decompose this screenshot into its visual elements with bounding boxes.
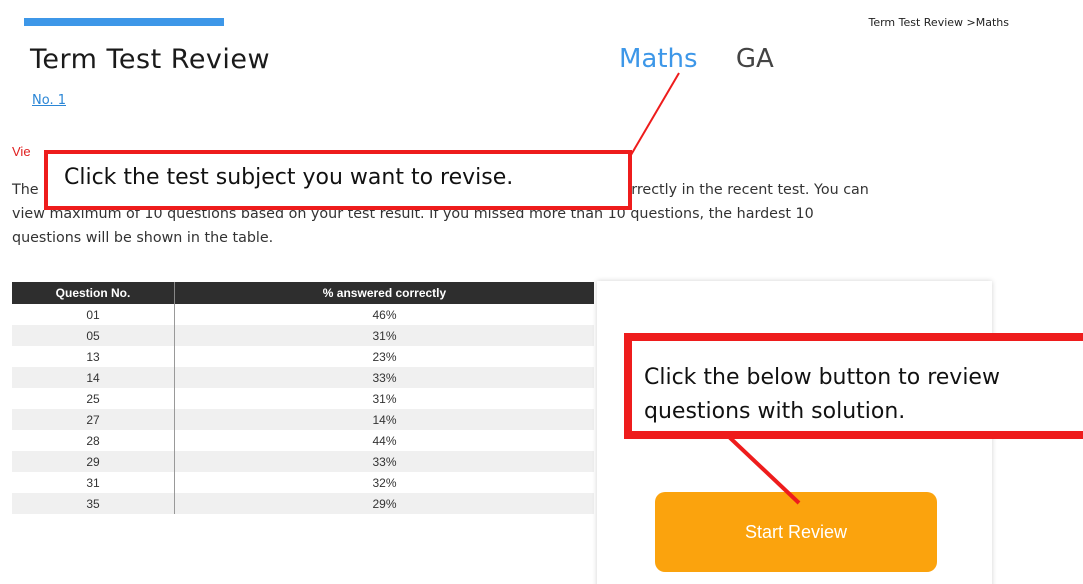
callout-pointer-lines [627,72,801,505]
callout-review-line1: Click the below button to review [644,365,1000,390]
page: Term Test Review >Maths Term Test Review… [0,0,1083,584]
review-callout-pointer [725,433,801,505]
subject-callout-pointer [627,72,680,161]
callout-review-line2: questions with solution. [644,399,906,424]
callout-subject-text: Click the test subject you want to revis… [64,165,514,190]
callout-select-subject: Click the test subject you want to revis… [44,150,632,210]
callout-start-review: Click the below button to review questio… [624,333,1083,439]
